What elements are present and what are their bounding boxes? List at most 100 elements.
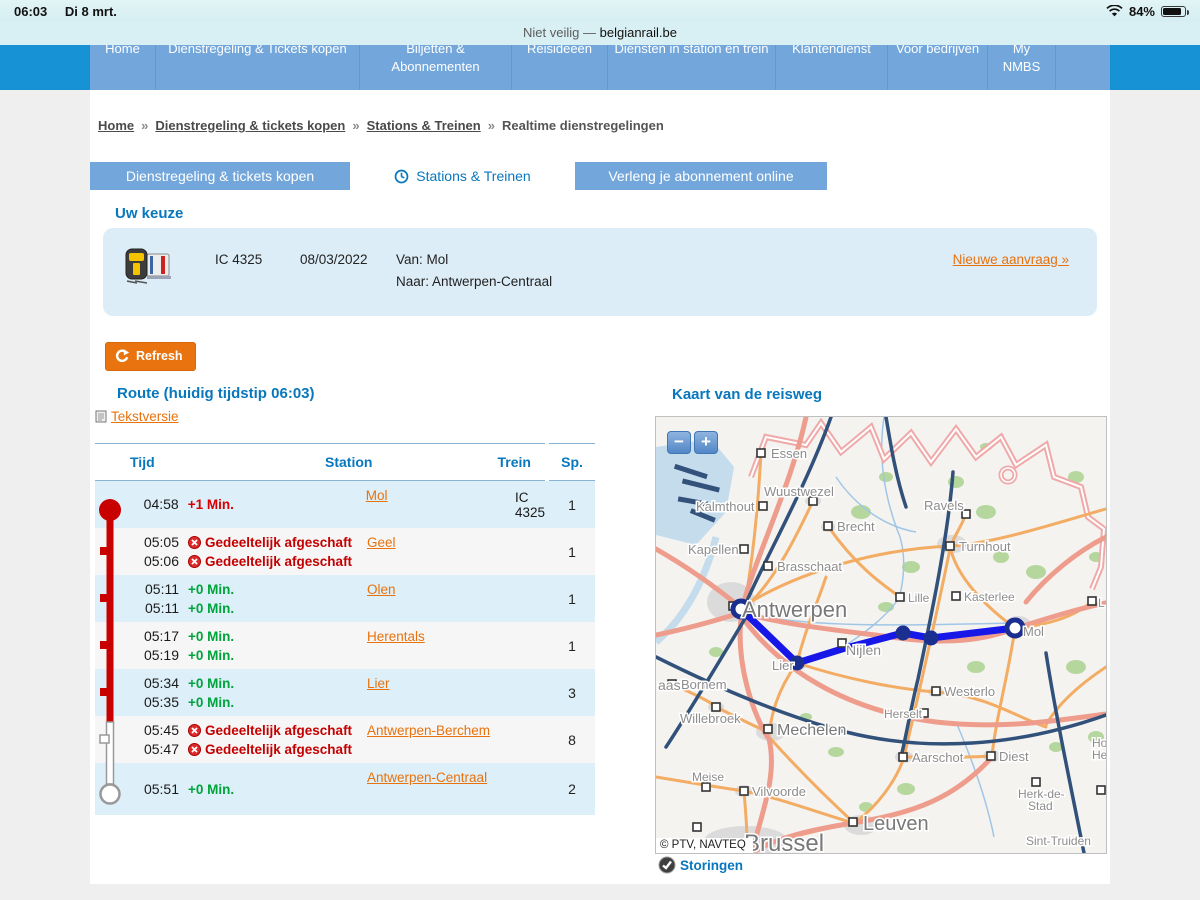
text-version-link[interactable]: Tekstversie	[111, 409, 179, 424]
breadcrumb-link-0[interactable]: Home	[98, 118, 134, 133]
header-platform: Sp.	[549, 443, 595, 481]
delay-status: +0 Min.	[188, 693, 367, 712]
header-time: Tijd	[95, 454, 215, 470]
main-navbar: HomeDienstregeling & Tickets kopenBiljet…	[0, 45, 1200, 90]
station-link[interactable]: Olen	[367, 582, 396, 597]
selected-train: IC 4325	[215, 252, 262, 267]
map-station-square	[759, 502, 767, 510]
nav-item-2[interactable]: Biljetten & Abonnementen	[360, 45, 512, 90]
tab-bar: Dienstregeling & tickets kopen Stations …	[90, 162, 827, 190]
selection-box: IC 4325 08/03/2022 Van: Mol Naar: Antwer…	[103, 228, 1097, 316]
delay-status: +0 Min.	[188, 646, 367, 665]
delay-status: +0 Min.	[188, 599, 367, 618]
map-station-square	[757, 449, 765, 457]
delay-status: +0 Min.	[188, 674, 367, 693]
station-link[interactable]: Geel	[367, 535, 396, 550]
refresh-icon	[114, 348, 130, 364]
nav-item-5[interactable]: Klantendienst	[776, 45, 888, 90]
delay-status: +1 Min.	[188, 495, 366, 514]
refresh-label: Refresh	[136, 349, 183, 363]
map-city-label: Westerlo	[944, 684, 995, 699]
map-station-square	[932, 687, 940, 695]
map-city-label: Aarschot	[912, 750, 964, 765]
stop-time: 05:34	[125, 674, 179, 693]
map-city-label: Leuven	[863, 813, 929, 835]
nav-item-1[interactable]: Dienstregeling & Tickets kopen	[156, 45, 360, 90]
nav-item-4[interactable]: Diensten in station en trein	[608, 45, 776, 90]
url-domain: belgianrail.be	[600, 25, 677, 40]
tab-dienstregeling[interactable]: Dienstregeling & tickets kopen	[90, 162, 350, 190]
zoom-in-button[interactable]: +	[694, 431, 718, 454]
stop-time: 05:45	[125, 721, 179, 740]
nav-item-7[interactable]: My NMBS	[988, 45, 1056, 90]
header-train: Trein	[400, 454, 545, 470]
map-city-label: Wuustwezel	[764, 484, 834, 499]
storingen-toggle[interactable]: Storingen	[658, 856, 743, 874]
stop-time: 05:11	[125, 580, 179, 599]
station-link[interactable]: Lier	[367, 676, 390, 691]
map-station-square	[1088, 597, 1096, 605]
map-station-square	[702, 783, 710, 791]
platform-number: 1	[549, 575, 595, 622]
table-row: 05:1705:19+0 Min.+0 Min.Herentals1	[95, 622, 595, 669]
breadcrumb-link-2[interactable]: Stations & Treinen	[367, 118, 481, 133]
breadcrumb-link-1[interactable]: Dienstregeling & tickets kopen	[155, 118, 345, 133]
status-right: 84%	[1106, 4, 1186, 19]
train-number	[517, 763, 545, 815]
stop-time: 05:19	[125, 646, 179, 665]
map-station-square	[740, 545, 748, 553]
cancelled-icon	[188, 536, 201, 549]
map-city-label: Herselt	[884, 707, 923, 721]
map-station-square	[712, 703, 720, 711]
status-date: Di 8 mrt.	[65, 4, 117, 19]
train-number	[517, 669, 545, 716]
selection-title: Uw keuze	[115, 205, 183, 222]
station-link[interactable]: Antwerpen-Berchem	[367, 723, 490, 738]
map-city-label: Kasterlee	[964, 590, 1015, 604]
status-left: 06:03 Di 8 mrt.	[14, 4, 131, 19]
station-link[interactable]: Mol	[366, 488, 388, 503]
url-separator: —	[583, 25, 596, 40]
tab-label: Stations & Treinen	[416, 168, 530, 184]
map-title: Kaart van de reisweg	[672, 386, 822, 403]
map-attribution: © PTV, NAVTEQ	[656, 838, 753, 853]
map-container[interactable]: − +	[655, 416, 1107, 854]
stop-time: 05:05	[125, 533, 179, 552]
map-station-square	[987, 752, 995, 760]
map-city-label: Diest	[999, 749, 1029, 764]
safari-url-bar[interactable]: Niet veilig — belgianrail.be	[0, 22, 1200, 45]
table-rows: 04:58+1 Min.MolIC 4325105:0505:06Gedeelt…	[95, 481, 595, 815]
train-number: IC 4325	[515, 481, 545, 528]
stop-time: 05:35	[125, 693, 179, 712]
map-city-label: Hel	[1092, 748, 1106, 762]
map-city-label: Kalmthout	[696, 499, 755, 514]
tab-stations-treinen[interactable]: Stations & Treinen	[362, 162, 563, 190]
nav-item-6[interactable]: Voor bedrijven	[888, 45, 988, 90]
table-row: 05:51+0 Min.Antwerpen-Centraal2	[95, 763, 595, 815]
refresh-button[interactable]: Refresh	[105, 342, 196, 371]
map-station-square	[849, 818, 857, 826]
map-city-label: Stad	[1028, 799, 1053, 813]
tab-verleng-abonnement[interactable]: Verleng je abonnement online	[575, 162, 827, 190]
route-stop-terminus	[1007, 620, 1023, 636]
selected-from: Van: Mol	[396, 252, 448, 267]
map-city-label: Bornem	[681, 677, 727, 692]
map-station-square	[764, 562, 772, 570]
station-link[interactable]: Herentals	[367, 629, 425, 644]
zoom-out-button[interactable]: −	[667, 431, 691, 454]
map-station-square	[838, 639, 846, 647]
breadcrumb: Home»Dienstregeling & tickets kopen»Stat…	[98, 118, 664, 133]
table-row: 04:58+1 Min.MolIC 43251	[95, 481, 595, 528]
battery-percent: 84%	[1129, 4, 1155, 19]
platform-number: 1	[549, 481, 595, 528]
selected-to: Naar: Antwerpen-Centraal	[396, 274, 552, 289]
new-request-link[interactable]: Nieuwe aanvraag »	[953, 252, 1069, 267]
station-link[interactable]: Antwerpen-Centraal	[367, 770, 487, 785]
breadcrumb-current: Realtime dienstregelingen	[502, 118, 664, 133]
table-row: 05:1105:11+0 Min.+0 Min.Olen1	[95, 575, 595, 622]
map-city-label: Ravels	[924, 498, 964, 513]
nav-item-0[interactable]: Home	[90, 45, 156, 90]
platform-number: 1	[549, 528, 595, 575]
table-header: Tijd Station Trein Sp.	[95, 443, 595, 481]
nav-item-3[interactable]: Reisideeën	[512, 45, 608, 90]
